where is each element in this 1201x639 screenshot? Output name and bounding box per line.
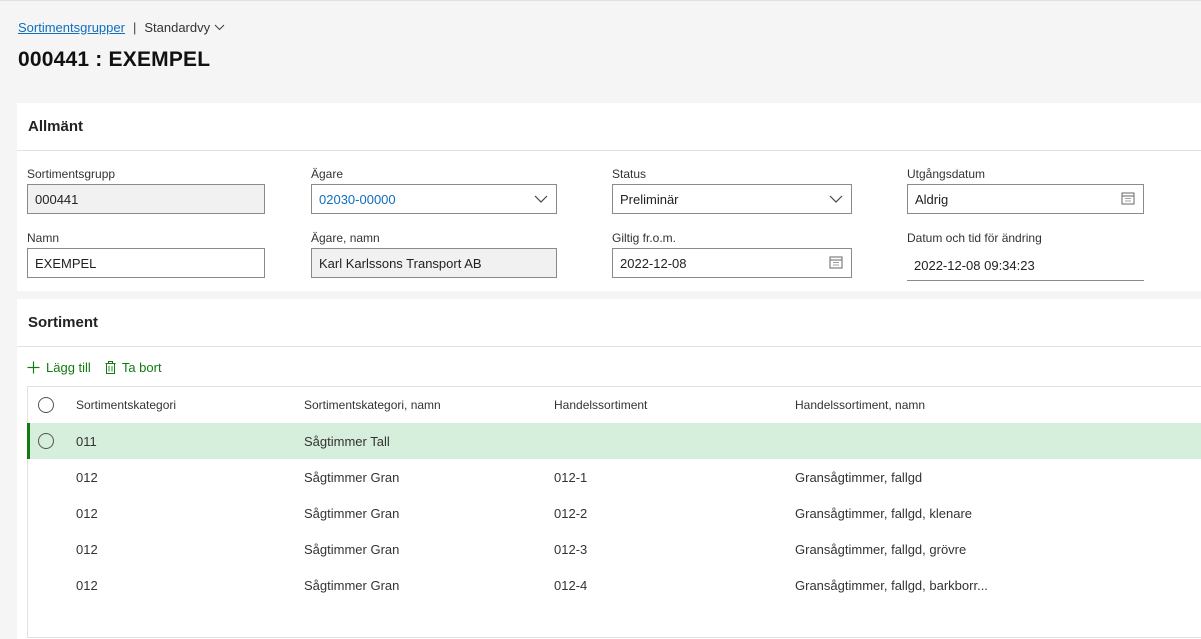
- utgangsdatum-input[interactable]: Aldrig: [907, 184, 1144, 214]
- cell-sortimentskategori[interactable]: 012: [76, 495, 98, 531]
- table-row[interactable]: 012 Sågtimmer Gran 012-2 Gransågtimmer, …: [28, 495, 1201, 531]
- status-label: Status: [612, 167, 647, 181]
- cell-handelssortiment[interactable]: 012-2: [554, 495, 587, 531]
- giltig-value: 2022-12-08: [620, 255, 687, 271]
- column-header-handelssortiment-namn[interactable]: Handelssortiment, namn: [795, 387, 925, 423]
- cell-sortimentskategori-namn[interactable]: Sågtimmer Gran: [304, 459, 399, 495]
- breadcrumb: Sortimentsgrupper | Standardvy: [18, 17, 225, 37]
- cell-sortimentskategori-namn[interactable]: Sågtimmer Gran: [304, 567, 399, 603]
- breadcrumb-link-sortimentsgrupper[interactable]: Sortimentsgrupper: [18, 20, 125, 35]
- table-row[interactable]: 012 Sågtimmer Gran 012-1 Gransågtimmer, …: [28, 459, 1201, 495]
- cell-handelssortiment[interactable]: 012-1: [554, 459, 587, 495]
- calendar-icon[interactable]: [829, 255, 843, 269]
- add-button[interactable]: Lägg till: [27, 360, 91, 375]
- cell-sortimentskategori[interactable]: 012: [76, 459, 98, 495]
- row-select-radio[interactable]: [38, 433, 54, 449]
- grid-header-row: Sortimentskategori Sortimentskategori, n…: [28, 387, 1201, 423]
- cell-handelssortiment[interactable]: 012-4: [554, 567, 587, 603]
- cell-sortimentskategori[interactable]: 011: [76, 423, 97, 459]
- namn-input[interactable]: EXEMPEL: [27, 248, 265, 278]
- agare-value: 02030-00000: [319, 191, 396, 207]
- namn-label: Namn: [27, 231, 60, 245]
- andring-value-box: 2022-12-08 09:34:23: [907, 251, 1144, 281]
- assortment-grid: Sortimentskategori Sortimentskategori, n…: [27, 386, 1201, 638]
- selected-row-indicator: [27, 423, 30, 459]
- chevron-down-icon[interactable]: [829, 191, 843, 207]
- add-button-label: Lägg till: [46, 359, 91, 375]
- utgangsdatum-label: Utgångsdatum: [907, 167, 986, 181]
- agare-namn-input: Karl Karlssons Transport AB: [311, 248, 557, 278]
- status-dropdown[interactable]: Preliminär: [612, 184, 852, 214]
- agare-label: Ägare: [311, 167, 344, 181]
- agare-namn-value: Karl Karlssons Transport AB: [319, 255, 482, 271]
- remove-button-label: Ta bort: [121, 359, 162, 375]
- cell-sortimentskategori[interactable]: 012: [76, 531, 98, 567]
- sortimentsgrupp-input: 000441: [27, 184, 265, 214]
- breadcrumb-separator: |: [132, 19, 137, 35]
- assortment-section: Sortiment Lägg till Ta bort Sortimentska…: [17, 299, 1201, 639]
- select-all-radio[interactable]: [38, 397, 54, 413]
- utgangsdatum-value: Aldrig: [915, 191, 949, 207]
- cell-sortimentskategori-namn[interactable]: Sågtimmer Gran: [304, 495, 399, 531]
- cell-handelssortiment-namn[interactable]: Gransågtimmer, fallgd, klenare: [795, 495, 972, 531]
- table-row[interactable]: 012 Sågtimmer Gran 012-3 Gransågtimmer, …: [28, 531, 1201, 567]
- cell-handelssortiment-namn[interactable]: Gransågtimmer, fallgd, barkborr...: [795, 567, 988, 603]
- giltig-input[interactable]: 2022-12-08: [612, 248, 852, 278]
- trash-icon: [105, 360, 116, 374]
- chevron-down-icon: [214, 24, 225, 30]
- status-value: Preliminär: [620, 191, 679, 207]
- cell-sortimentskategori-namn[interactable]: Sågtimmer Gran: [304, 531, 399, 567]
- giltig-label: Giltig fr.o.m.: [612, 231, 677, 245]
- agare-namn-label: Ägare, namn: [311, 231, 380, 245]
- column-header-sortimentskategori-namn[interactable]: Sortimentskategori, namn: [304, 387, 441, 423]
- andring-label: Datum och tid för ändring: [907, 231, 1042, 245]
- sortimentsgrupp-label: Sortimentsgrupp: [27, 167, 116, 181]
- cell-handelssortiment-namn[interactable]: Gransågtimmer, fallgd: [795, 459, 922, 495]
- agare-dropdown[interactable]: 02030-00000: [311, 184, 557, 214]
- cell-sortimentskategori-namn[interactable]: Sågtimmer Tall: [304, 423, 390, 459]
- calendar-icon[interactable]: [1121, 191, 1135, 205]
- plus-icon: [27, 361, 40, 373]
- cell-sortimentskategori[interactable]: 012: [76, 567, 98, 603]
- andring-value: 2022-12-08 09:34:23: [914, 258, 1035, 273]
- row-select-cell: [38, 423, 54, 459]
- cell-handelssortiment-namn[interactable]: Gransågtimmer, fallgd, grövre: [795, 531, 966, 567]
- page-title: 000441 : EXEMPEL: [18, 48, 211, 71]
- general-section-header[interactable]: Allmänt: [17, 103, 1201, 151]
- select-all-cell: [38, 387, 54, 423]
- top-divider: [0, 0, 1201, 1]
- cell-handelssortiment[interactable]: 012-3: [554, 531, 587, 567]
- remove-button[interactable]: Ta bort: [105, 360, 162, 375]
- view-selector-label: Standardvy: [144, 19, 211, 35]
- table-row[interactable]: 011 Sågtimmer Tall: [27, 423, 1201, 459]
- assortment-section-header[interactable]: Sortiment: [17, 299, 1201, 347]
- chevron-down-icon[interactable]: [534, 191, 548, 207]
- column-header-sortimentskategori[interactable]: Sortimentskategori: [76, 387, 176, 423]
- general-section: Allmänt Sortimentsgrupp 000441 Ägare 020…: [17, 103, 1201, 291]
- view-selector[interactable]: Standardvy: [144, 20, 225, 35]
- sortimentsgrupp-value: 000441: [35, 191, 79, 207]
- column-header-handelssortiment[interactable]: Handelssortiment: [554, 387, 647, 423]
- table-row[interactable]: 012 Sågtimmer Gran 012-4 Gransågtimmer, …: [28, 567, 1201, 603]
- namn-value: EXEMPEL: [35, 255, 97, 271]
- assortment-toolbar: Lägg till Ta bort: [27, 357, 176, 377]
